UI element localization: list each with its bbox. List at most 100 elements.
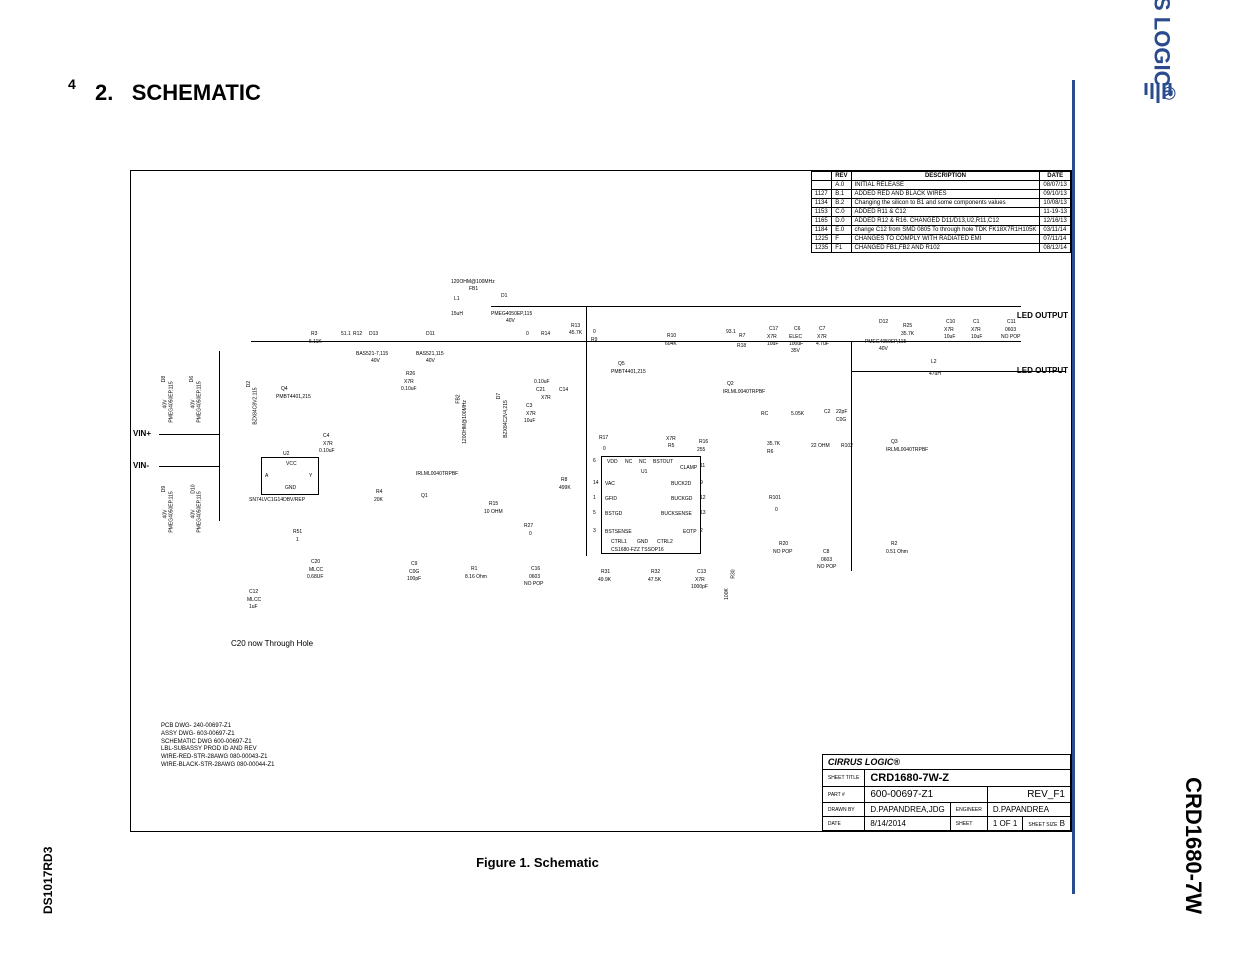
C11: C11: [1007, 319, 1016, 325]
rev-col-rev: REV: [832, 172, 851, 181]
C17v: X7R: [767, 334, 777, 340]
revision-table: REV DESCRIPTION DATE A.0INITIAL RELEASE0…: [811, 171, 1071, 253]
D1-val: PMEG4050EP,115: [491, 311, 532, 317]
rev-col-date: DATE: [1040, 172, 1071, 181]
D11r: 40V: [426, 358, 435, 364]
C9: C9: [411, 561, 417, 567]
R20v: NO POP: [773, 549, 792, 555]
RCv: 5.05K: [791, 411, 804, 417]
D9: D9: [161, 486, 167, 492]
D12v: PMEG4050EP,115: [865, 339, 906, 345]
page-root: 4 2. SCHEMATIC CIRRUS LOGIC® CRD1680-7W …: [0, 0, 1235, 954]
U2v: SN74LVC1G14DBV/REP: [249, 497, 305, 503]
R1: R1: [471, 566, 477, 572]
R1v: 8.16 Ohm: [465, 574, 487, 580]
title-block: CIRRUS LOGIC® SHEET TITLECRD1680-7W-Z PA…: [822, 754, 1071, 831]
FB2v: 120OHM@100MHz: [462, 400, 468, 444]
bom-notes: PCB DWG- 240-00697-Z1 ASSY DWG- 603-0069…: [161, 723, 274, 770]
R13: R13: [571, 323, 580, 329]
D12r: 40V: [879, 346, 888, 352]
C17c: 10uF: [767, 341, 778, 347]
R31v: 49.9K: [598, 577, 611, 583]
R8v: 499K: [559, 485, 571, 491]
D6r: 40V: [190, 400, 196, 409]
R26v: X7R: [404, 379, 414, 385]
R26: R26: [406, 371, 415, 377]
section-number: 2.: [95, 80, 113, 105]
C14v: X7R: [541, 395, 551, 401]
R5: R5: [668, 443, 674, 449]
R9: R9: [591, 337, 597, 343]
Q1v: IRLML0040TRPBF: [416, 471, 458, 477]
D13r: 40V: [371, 358, 380, 364]
Q2v: IRLML0040TRPBF: [723, 389, 765, 395]
C20v: MLCC: [309, 567, 323, 573]
D7: D7: [496, 393, 502, 399]
C2v: 22pF: [836, 409, 847, 415]
R3v: 5.11K: [309, 339, 322, 345]
C11c: NO POP: [1001, 334, 1020, 340]
C6c: 100uF: [789, 341, 803, 347]
R101v: 0: [775, 507, 778, 513]
brand-sidebar: [1072, 80, 1205, 894]
R17v: 0: [603, 446, 606, 452]
brand-reg: ®: [1159, 86, 1180, 100]
L2v: 47uH: [929, 371, 941, 377]
R32v: 47.5K: [648, 577, 661, 583]
R15: R15: [489, 501, 498, 507]
C9c: 100pF: [407, 576, 421, 582]
D12: D12: [879, 319, 888, 325]
R15v: 10 OHM: [484, 509, 503, 515]
tb-rev: REV_F1: [987, 787, 1070, 803]
tb-date: 8/14/2014: [865, 817, 950, 831]
tb-logo: CIRRUS LOGIC®: [822, 755, 1070, 770]
D11: D11: [426, 331, 435, 337]
D6v: PMEG4050EP,115: [197, 381, 203, 422]
R7v: 93.1: [726, 329, 736, 335]
D1: D1: [501, 293, 507, 299]
R14v: 0: [526, 331, 529, 337]
D8v: PMEG4050EP,115: [169, 381, 175, 422]
C12v: MLCC: [247, 597, 261, 603]
C8: C8: [823, 549, 829, 555]
C21v: 0.10uF: [534, 379, 550, 385]
D9r: 40V: [162, 510, 168, 519]
R2v: 0.51 Ohm: [886, 549, 908, 555]
Q3v: IRLML0040TRPBF: [886, 447, 928, 453]
R102: R102: [841, 443, 853, 449]
brand-name: CIRRUS LOGIC®: [1149, 0, 1180, 100]
D2v: BZX84C8V2,115: [253, 387, 259, 424]
Q2: Q2: [727, 381, 734, 387]
C2: C2: [824, 409, 830, 415]
C3c: 10uF: [524, 418, 535, 424]
C16v: 0603: [529, 574, 540, 580]
note-c20: C20 now Through Hole: [231, 639, 313, 648]
R9v: 0: [593, 329, 596, 335]
R31: R31: [601, 569, 610, 575]
R14: R14: [541, 331, 550, 337]
C1v: X7R: [971, 327, 981, 333]
R8: R8: [561, 477, 567, 483]
C6r: 35V: [791, 348, 800, 354]
R51: R51: [293, 529, 302, 535]
D1-r: 40V: [506, 318, 515, 324]
D2: D2: [246, 381, 252, 387]
C4v: X7R: [323, 441, 333, 447]
C3v: X7R: [526, 411, 536, 417]
tb-drawn: D.PAPANDREA,JDG: [865, 803, 950, 817]
net-vinp: VIN+: [133, 429, 151, 438]
D7v: BZX84C2V4,215: [503, 400, 509, 438]
Q5: Q5: [618, 361, 625, 367]
C14: C14: [559, 387, 568, 393]
U2-a: A: [265, 473, 268, 479]
C1: C1: [973, 319, 979, 325]
tb-sheet: 1 OF 1: [987, 817, 1022, 831]
C13c: 1000pF: [691, 584, 708, 590]
C10v: X7R: [944, 327, 954, 333]
section-heading: 2. SCHEMATIC: [95, 80, 261, 106]
C9v: C0G: [409, 569, 419, 575]
L1-val: 15uH: [451, 311, 463, 317]
IC: CS1680-FZZ TSSOP16: [611, 547, 664, 553]
R20: R20: [779, 541, 788, 547]
page-number: 4: [68, 76, 76, 92]
